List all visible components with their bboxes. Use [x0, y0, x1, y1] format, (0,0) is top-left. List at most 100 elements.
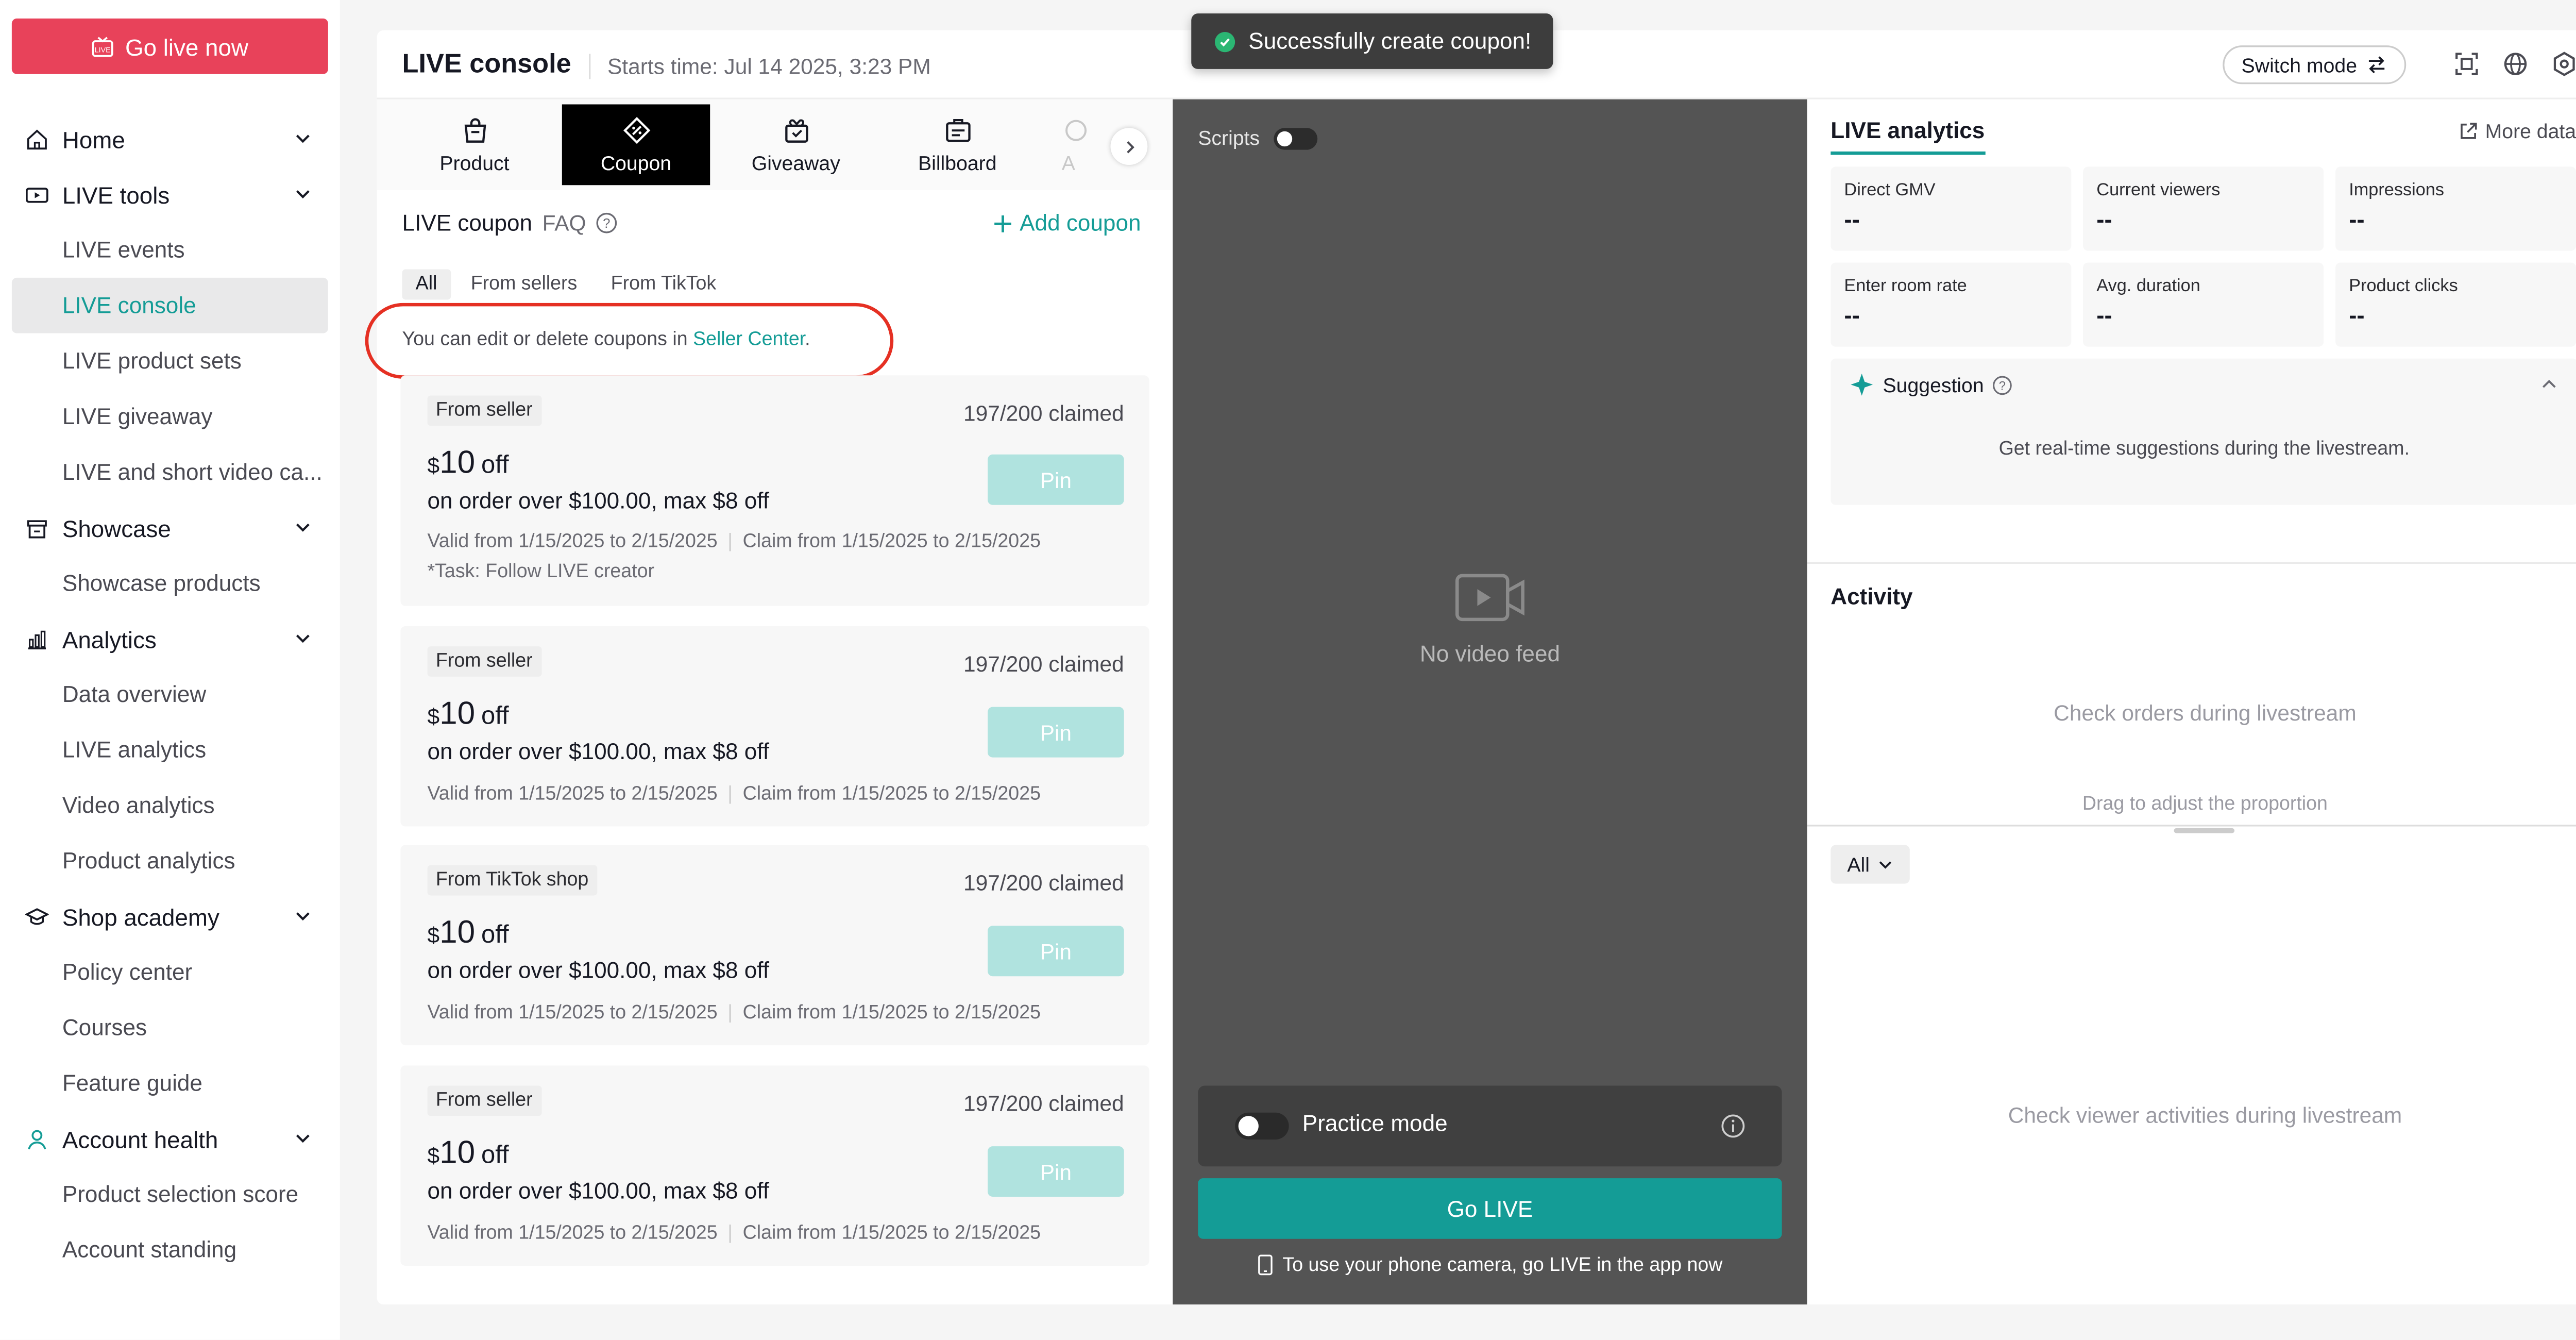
coupon-column: A Billboard Giveaway Coupon Product LIVE cou… — [365, 99, 1173, 1304]
filter-all[interactable]: All — [402, 269, 451, 300]
phone-camera-hint: To use your phone camera, go LIVE in the… — [1173, 1254, 1807, 1276]
sidebar-item-live-analytics[interactable]: LIVE analytics — [12, 722, 328, 778]
sidebar-item-account-standing[interactable]: Account standing — [12, 1222, 328, 1278]
phone-icon — [1258, 1254, 1273, 1276]
plus-icon — [994, 214, 1011, 232]
fullscreen-icon[interactable] — [2453, 51, 2480, 77]
live-analytics-tab[interactable]: LIVE analytics — [1831, 118, 1985, 155]
scripts-toggle[interactable] — [1273, 127, 1317, 149]
activity-filter-dropdown[interactable]: All — [1831, 845, 1910, 884]
sidebar-item-policy-center[interactable]: Policy center — [12, 944, 328, 1000]
filter-from-sellers[interactable]: From sellers — [457, 270, 591, 300]
metric-value: -- — [1844, 205, 1860, 232]
pin-button[interactable]: Pin — [988, 926, 1124, 977]
success-toast: Successfully create coupon! — [1191, 13, 1553, 69]
sidebar-item-feature-guide[interactable]: Feature guide — [12, 1056, 328, 1111]
globe-icon[interactable] — [2502, 51, 2529, 77]
highlight-oval — [365, 303, 894, 379]
more-data-label: More data — [2485, 119, 2576, 143]
sidebar-group-account-health[interactable]: Account health — [12, 1111, 328, 1166]
sidebar-item-live-events[interactable]: LIVE events — [12, 222, 328, 278]
amount-value: 10 — [439, 446, 476, 482]
add-coupon-button[interactable]: Add coupon — [993, 210, 1141, 236]
sidebar-item-live-giveaway[interactable]: LIVE giveaway — [12, 389, 328, 444]
tab-label: A — [1061, 150, 1075, 175]
pin-button[interactable]: Pin — [988, 1146, 1124, 1197]
off-label: off — [481, 920, 509, 949]
tab-billboard[interactable]: Billboard — [884, 104, 1031, 185]
tab-product[interactable]: Product — [400, 104, 548, 185]
metric-label: Current viewers — [2096, 180, 2221, 200]
activity-title: Activity — [1831, 584, 1913, 610]
add-coupon-label: Add coupon — [1020, 210, 1141, 236]
showcase-icon — [25, 516, 49, 540]
help-icon[interactable]: ? — [1992, 375, 2012, 395]
coupon-task: *Task: Follow LIVE creator — [427, 562, 654, 583]
sidebar-group-analytics[interactable]: Analytics — [12, 611, 328, 667]
sidebar-item-product-selection-score[interactable]: Product selection score — [12, 1166, 328, 1222]
swap-icon — [2368, 56, 2384, 74]
metric-value: -- — [1844, 301, 1860, 328]
validity-line: Valid from 1/15/2025 to 2/15/2025 | Claim … — [427, 1224, 1041, 1244]
more-data-link[interactable]: More data — [2458, 120, 2576, 143]
go-live-button[interactable]: Go LIVE — [1198, 1178, 1782, 1239]
sidebar-item-showcase-products[interactable]: Showcase products — [12, 556, 328, 611]
currency-symbol: $ — [427, 703, 440, 729]
tab-giveaway[interactable]: Giveaway — [722, 104, 870, 185]
validity-line: Valid from 1/15/2025 to 2/15/2025 | Claim … — [427, 784, 1041, 805]
sidebar-group-shop-academy[interactable]: Shop academy — [12, 889, 328, 944]
claim-range: Claim from 1/15/2025 to 2/15/2025 — [742, 1224, 1041, 1244]
sidebar-group-showcase[interactable]: Showcase — [12, 500, 328, 556]
drag-handle[interactable] — [2174, 828, 2235, 833]
practice-mode-toggle[interactable] — [1235, 1112, 1289, 1140]
coupon-source-badge: From TikTok shop — [427, 865, 597, 896]
faq-link[interactable]: FAQ — [543, 210, 586, 236]
coupon-amount: $10 off — [428, 916, 509, 953]
metric-label: Avg. duration — [2096, 276, 2200, 296]
go-live-now-button[interactable]: LIVE Go live now — [11, 18, 328, 74]
sidebar-nav: Home LIVE tools LIVE events LIVE console LIV… — [11, 111, 328, 1278]
coupon-amount: $10 off — [428, 1136, 509, 1173]
tab-label: Billboard — [918, 150, 997, 175]
info-icon[interactable] — [1720, 1113, 1747, 1140]
claimed-count: 197/200 claimed — [963, 1091, 1124, 1116]
validity-line: Valid from 1/15/2025 to 2/15/2025 | Claim … — [427, 532, 1041, 552]
analytics-icon — [25, 627, 49, 651]
chevron-up-icon[interactable] — [2541, 375, 2558, 392]
coupon-card: From seller 197/200 claimed $10 off on orde… — [400, 1065, 1149, 1266]
no-video-feed: No video feed — [1173, 571, 1807, 666]
sidebar-item-live-console[interactable]: LIVE console — [11, 277, 328, 333]
sidebar-item-live-product-sets[interactable]: LIVE product sets — [12, 333, 328, 389]
filter-from-tiktok[interactable]: From TikTok — [598, 270, 730, 300]
drag-divider — [1807, 825, 2576, 827]
pin-button[interactable]: Pin — [988, 454, 1124, 505]
currency-symbol: $ — [427, 453, 440, 478]
settings-icon[interactable] — [2551, 51, 2576, 77]
sidebar-item-product-analytics[interactable]: Product analytics — [12, 833, 328, 889]
chevron-down-icon — [296, 912, 310, 921]
pin-button[interactable]: Pin — [988, 707, 1124, 758]
tab-coupon[interactable]: Coupon — [562, 104, 710, 186]
chevron-down-icon — [296, 1134, 310, 1143]
phone-hint-text: To use your phone camera, go LIVE in the… — [1282, 1254, 1723, 1275]
orders-empty-text: Check orders during livestream — [2054, 700, 2357, 726]
switch-mode-button[interactable]: Switch mode — [2223, 45, 2406, 85]
chevron-down-icon — [296, 190, 310, 199]
sidebar-group-live-tools[interactable]: LIVE tools — [12, 166, 328, 222]
sidebar-group-home[interactable]: Home — [12, 111, 328, 167]
switch-mode-label: Switch mode — [2241, 53, 2358, 77]
scripts-label: Scripts — [1198, 126, 1260, 150]
off-label: off — [481, 1141, 509, 1170]
tabs-next-button[interactable] — [1110, 128, 1148, 165]
metric-value: -- — [2096, 205, 2112, 232]
sidebar-item-courses[interactable]: Courses — [12, 1000, 328, 1056]
tab-a[interactable]: A — [1045, 104, 1112, 185]
tab-label: Giveaway — [751, 150, 840, 175]
sidebar-item-data-overview[interactable]: Data overview — [12, 666, 328, 722]
sidebar-item-live-and-short-video-ca[interactable]: LIVE and short video ca... — [12, 444, 328, 500]
help-icon[interactable]: ? — [596, 212, 618, 234]
sidebar-item-video-analytics[interactable]: Video analytics — [12, 778, 328, 833]
coupon-icon — [622, 115, 651, 144]
suggestion-card: Suggestion ? Get real-time suggestions d… — [1831, 358, 2576, 505]
coupon-amount: $10 off — [428, 697, 509, 734]
